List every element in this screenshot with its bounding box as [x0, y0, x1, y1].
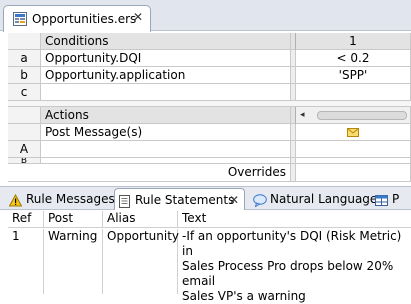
editor-tab-title: Opportunities.ers	[32, 12, 137, 26]
table-row-ref[interactable]: 1	[8, 229, 44, 294]
rule-text-line: Sales VP's a warning	[182, 289, 306, 303]
column-header-ref[interactable]: Ref	[8, 211, 44, 228]
tab-natural-language[interactable]: Natural Language	[250, 188, 377, 210]
rule-text-line: -If an opportunity's DQI (Risk Metric) i…	[182, 229, 402, 258]
action-row-id	[8, 124, 41, 141]
tab-truncated[interactable]: P	[372, 188, 411, 210]
tab-label: Rule Statements	[135, 193, 235, 207]
tab-label: Rule Messages	[26, 192, 115, 206]
view-tab-strip: Rule Messages Rule Statements ✕ Natural …	[0, 186, 411, 210]
table-icon	[375, 192, 388, 206]
ruleflow-file-icon	[13, 12, 27, 26]
action-name-cell[interactable]: Post Message(s)	[41, 124, 291, 141]
document-icon	[118, 193, 131, 208]
condition-row-id: c	[8, 84, 41, 101]
condition-name-cell[interactable]: Opportunity.DQI	[41, 50, 291, 67]
tab-rule-messages[interactable]: Rule Messages	[6, 188, 115, 210]
condition-row-id: a	[8, 50, 41, 67]
conditions-header: Conditions	[41, 33, 291, 50]
action-value-cell[interactable]	[296, 141, 411, 158]
rule-column-header[interactable]: 1	[296, 33, 411, 50]
decision-table: Conditions 1 a Opportunity.DQI < 0.2 b O…	[8, 33, 411, 184]
envelope-icon[interactable]	[347, 128, 359, 137]
post-message-cell[interactable]	[296, 124, 411, 141]
scroll-left-icon[interactable]: ◂	[300, 107, 305, 123]
tab-rule-statements[interactable]: Rule Statements ✕	[114, 188, 245, 210]
condition-name-cell[interactable]: Opportunity.application	[41, 67, 291, 84]
tab-label: Natural Language	[270, 192, 378, 206]
column-header-text[interactable]: Text	[178, 211, 411, 228]
actions-header: Actions	[41, 107, 291, 124]
overrides-label: Overrides	[8, 164, 291, 182]
table-row-text[interactable]: -If an opportunity's DQI (Risk Metric) i…	[178, 229, 411, 303]
table-row-post[interactable]: Warning	[44, 229, 103, 294]
rule-statements-table: Ref Post Alias Text 1 Warning Opportunit…	[8, 211, 411, 303]
close-icon[interactable]: ✕	[132, 11, 144, 23]
horizontal-scrollbar[interactable]: ◂	[296, 107, 411, 124]
warning-icon	[8, 192, 23, 207]
condition-value-cell[interactable]: 'SPP'	[296, 67, 411, 84]
action-name-cell[interactable]	[41, 141, 291, 158]
column-header-post[interactable]: Post	[44, 211, 103, 228]
corner-cell	[8, 107, 41, 124]
condition-value-cell[interactable]	[296, 84, 411, 101]
action-row-id: A	[8, 141, 41, 158]
condition-row-id: b	[8, 67, 41, 84]
column-header-alias[interactable]: Alias	[103, 211, 178, 228]
speech-bubble-icon	[253, 192, 267, 208]
condition-name-cell[interactable]	[41, 84, 291, 101]
editor-tab-strip: Opportunities.ers ✕	[0, 0, 411, 32]
table-row-alias[interactable]: Opportunity	[103, 229, 179, 294]
tab-label: P	[392, 192, 400, 206]
condition-value-cell[interactable]: < 0.2	[296, 50, 411, 67]
editor-tab-opportunities[interactable]: Opportunities.ers ✕	[3, 5, 151, 32]
scrollbar-thumb[interactable]	[317, 111, 407, 120]
rule-text-line: Sales Process Pro drops below 20% email	[182, 259, 394, 288]
overrides-cell[interactable]	[296, 164, 411, 182]
close-icon[interactable]: ✕	[229, 189, 239, 211]
corner-cell	[8, 33, 41, 50]
